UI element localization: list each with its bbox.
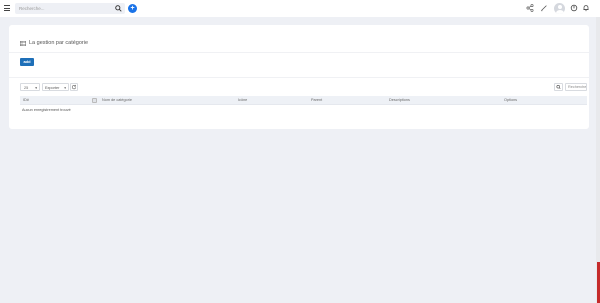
user-avatar[interactable] [554, 3, 565, 14]
sort-checkbox[interactable] [92, 97, 97, 103]
page-length-value: 25 [24, 85, 29, 90]
top-bar: + [0, 0, 600, 17]
column-header-options[interactable]: Options [504, 98, 517, 102]
edit-icon[interactable] [540, 4, 548, 12]
column-header-name[interactable]: Nom de catégorie [102, 98, 132, 102]
divider [9, 52, 589, 53]
column-header-parent[interactable]: Parent [311, 98, 322, 102]
export-button[interactable]: Exporter ▾ [42, 83, 69, 91]
search-icon[interactable] [115, 5, 122, 12]
share-icon[interactable] [526, 4, 534, 12]
page-title-text: La gestion par catégorie [29, 40, 89, 46]
power-icon[interactable] [570, 4, 578, 12]
refresh-icon[interactable] [70, 83, 78, 91]
table-header: ID# Nom de catégorie Icône Parent Descri… [20, 96, 587, 104]
chevron-down-icon: ▾ [64, 85, 66, 90]
search-box [15, 3, 125, 14]
add-button[interactable]: add [20, 58, 34, 66]
divider [20, 104, 587, 105]
add-icon[interactable]: + [128, 4, 137, 13]
divider [9, 77, 589, 78]
page-title: La gestion par catégorie [20, 40, 88, 46]
table-search-icon[interactable] [554, 83, 563, 91]
menu-icon[interactable] [4, 5, 10, 11]
empty-table-message: Aucun enregistrement trouvé [22, 108, 71, 112]
bell-icon[interactable] [582, 4, 590, 12]
column-header-icon[interactable]: Icône [238, 98, 247, 102]
column-header-descriptions[interactable]: Descriptions [389, 98, 410, 102]
page-length-select[interactable]: 25 ▾ [20, 83, 40, 91]
table-search-input[interactable] [565, 83, 587, 91]
category-card: La gestion par catégorie add 25 ▾ Export… [9, 25, 589, 129]
scrollbar[interactable] [596, 17, 600, 303]
search-input[interactable] [19, 3, 109, 14]
export-label: Exporter [45, 85, 60, 90]
chevron-down-icon: ▾ [35, 85, 37, 90]
column-header-id[interactable]: ID# [23, 98, 29, 102]
table-icon [20, 40, 26, 46]
